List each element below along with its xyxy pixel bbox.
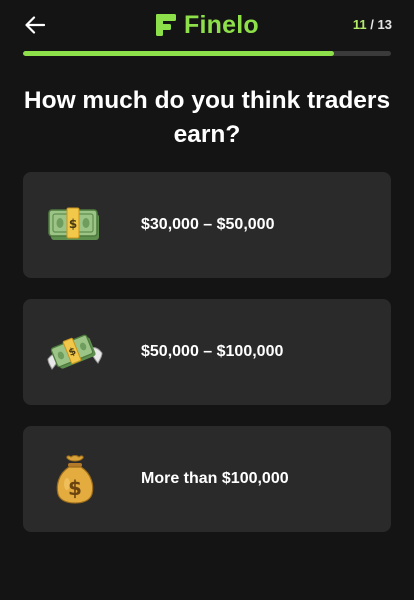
option-label: More than $100,000 bbox=[141, 470, 289, 487]
money-bag-icon: $ bbox=[23, 426, 127, 532]
question-title: How much do you think traders earn? bbox=[23, 87, 391, 148]
brand-logo: Finelo bbox=[156, 9, 259, 41]
progress-bar bbox=[23, 51, 391, 56]
option-50k-100k[interactable]: $ $50,000 – $100,000 bbox=[23, 299, 391, 405]
svg-text:$: $ bbox=[69, 217, 77, 231]
option-label: $50,000 – $100,000 bbox=[141, 343, 284, 360]
brand-name: Finelo bbox=[184, 10, 259, 39]
finelo-logo-icon bbox=[156, 14, 176, 36]
money-banknote-icon: $ bbox=[23, 172, 127, 278]
money-with-wings-icon: $ bbox=[23, 299, 127, 405]
answer-options: $ $30,000 – $50,000 $ $50,000 – $100,000 bbox=[23, 172, 391, 553]
option-30k-50k[interactable]: $ $30,000 – $50,000 bbox=[23, 172, 391, 278]
step-current: 11 bbox=[352, 17, 367, 32]
step-separator: / bbox=[370, 17, 374, 32]
option-more-than-100k[interactable]: $ More than $100,000 bbox=[23, 426, 391, 532]
arrow-left-icon bbox=[25, 16, 45, 34]
progress-fill bbox=[23, 51, 335, 56]
svg-text:$: $ bbox=[68, 476, 82, 500]
header: Finelo 11 / 13 bbox=[0, 0, 414, 50]
back-button[interactable] bbox=[22, 12, 48, 38]
step-counter: 11 / 13 bbox=[353, 17, 392, 32]
step-total: 13 bbox=[377, 17, 392, 32]
option-label: $30,000 – $50,000 bbox=[141, 216, 275, 233]
